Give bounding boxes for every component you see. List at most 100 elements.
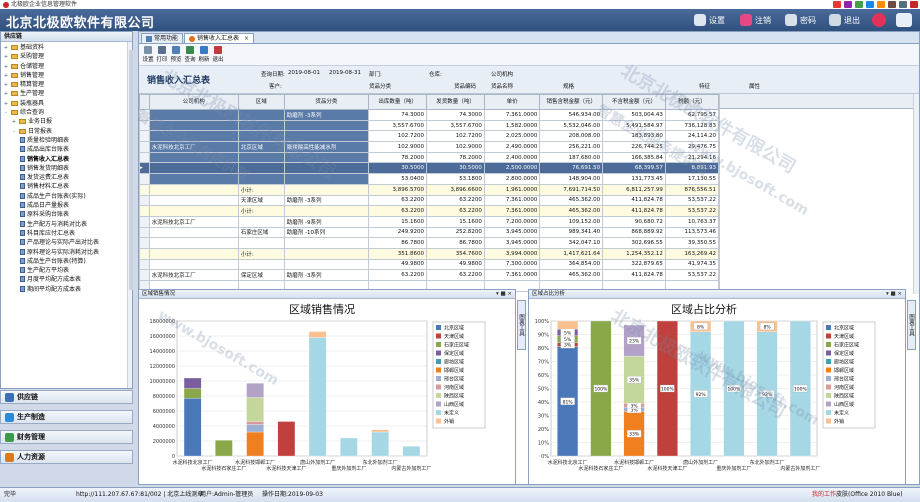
table-cell[interactable]: 41,974.35 [664, 258, 720, 271]
table-cell[interactable]: 102.9000 [368, 141, 428, 153]
table-row[interactable]: 102.7200 102.7200 2,025.0000 208,008.00 183,… [139, 130, 720, 143]
logout-button[interactable]: 注销 [740, 13, 771, 27]
nav-item[interactable]: + 销售管理 [1, 71, 132, 80]
table-row[interactable]: 天津区域 助磨剂 -3系列 63.2200 63.2200 7,361.0000 465,… [139, 194, 720, 207]
table-cell[interactable]: 74.3000 [426, 109, 485, 121]
table-cell[interactable]: 411,824.78 [602, 269, 666, 281]
table-cell[interactable]: 302,696.55 [602, 237, 666, 249]
table-cell[interactable]: 5,491,584.97 [602, 119, 666, 132]
row-header[interactable] [139, 205, 150, 217]
column-header[interactable]: 货品分类 [283, 94, 370, 110]
settings-button[interactable]: 设置 [694, 13, 725, 27]
table-cell[interactable]: 水泥科技北京工厂 [148, 215, 239, 228]
table-cell[interactable]: 53,537.22 [664, 194, 720, 207]
row-header[interactable] [139, 130, 150, 143]
table-cell[interactable]: 小计: [237, 183, 285, 196]
table-row[interactable]: ▸ 30.5000 30.5000 2,500.0000 76,691.50 68,399… [139, 162, 720, 175]
table-cell[interactable] [283, 205, 370, 217]
table-cell[interactable]: 63.2200 [426, 205, 485, 217]
table-cell[interactable] [148, 173, 239, 185]
table-cell[interactable] [148, 237, 239, 249]
exit-button[interactable]: 退出 [829, 13, 860, 27]
help-button[interactable] [872, 13, 886, 27]
table-cell[interactable] [148, 151, 239, 164]
table-row[interactable]: 3,557.6700 3,557.6700 1,582.0000 5,532,046.… [139, 119, 720, 132]
row-header[interactable] [139, 151, 150, 164]
close-tab-icon[interactable]: × [244, 34, 249, 43]
nav-item[interactable]: + 业务日报 [1, 117, 132, 126]
row-header[interactable] [139, 269, 150, 281]
table-row[interactable]: 水泥科技北京工厂 北京区域 聚羧酸高性能减水剂 102.9000 102.9000 2,4… [139, 141, 720, 153]
table-cell[interactable]: 8,891.93 [664, 162, 720, 175]
table-cell[interactable]: 助磨剂 -3系列 [283, 109, 370, 121]
table-cell[interactable]: 2,400.0000 [483, 151, 541, 164]
table-cell[interactable]: 736,128.83 [664, 119, 720, 132]
print-button[interactable]: 打印 [156, 44, 168, 65]
table-cell[interactable]: 7,300.0000 [483, 258, 541, 271]
table-cell[interactable]: 29,476.75 [664, 141, 720, 153]
nav-item[interactable]: 月度平均配方成本表 [1, 275, 132, 284]
table-cell[interactable]: 水泥科技北京工厂 [148, 141, 239, 153]
table-row[interactable]: 石家庄区域 助磨剂 -10系列 249.9200 252.8200 3,945.0000… [139, 226, 720, 239]
nav-item[interactable]: 销售发货明细表 [1, 164, 132, 173]
table-cell[interactable]: 86.7800 [368, 237, 428, 249]
table-cell[interactable] [148, 109, 239, 121]
module-hr[interactable]: 人力资源 [0, 450, 133, 464]
tray-icon[interactable] [855, 1, 863, 8]
row-header[interactable]: ▸ [139, 162, 150, 175]
table-cell[interactable]: 868,889.92 [602, 226, 666, 239]
column-header[interactable]: 发货数量（吨） [426, 94, 485, 110]
table-cell[interactable] [148, 258, 239, 271]
table-cell[interactable] [237, 258, 285, 271]
table-cell[interactable]: 天津区域 [237, 194, 285, 207]
table-cell[interactable]: 62,795.57 [664, 109, 720, 121]
table-cell[interactable]: 49.9800 [368, 258, 428, 271]
row-header[interactable] [139, 194, 150, 207]
row-header[interactable] [139, 119, 150, 132]
module-supply-chain[interactable]: 供应链 [0, 390, 133, 404]
table-cell[interactable]: 53,537.22 [664, 269, 720, 281]
nav-item[interactable]: 原料理论与实际消耗对比表 [1, 248, 132, 257]
table-cell[interactable]: 7,691,714.50 [539, 183, 604, 196]
nav-item[interactable]: + 精算管理 [1, 80, 132, 89]
table-cell[interactable]: 39,350.55 [664, 237, 720, 249]
table-cell[interactable]: 546,934.00 [539, 109, 604, 121]
nav-item[interactable]: 生产配方平均表 [1, 266, 132, 275]
refresh-button[interactable]: 刷新 [198, 44, 210, 65]
table-cell[interactable]: 90,680.72 [602, 215, 666, 228]
table-cell[interactable]: 78.2000 [426, 151, 485, 164]
nav-item[interactable]: 销售材料汇总表 [1, 182, 132, 191]
chart-tools-tab-right[interactable]: 图表工具 [907, 300, 916, 350]
table-cell[interactable]: 249.9200 [368, 226, 428, 239]
table-cell[interactable]: 113,573.46 [664, 226, 720, 239]
table-cell[interactable] [283, 258, 370, 271]
nav-item[interactable]: 产品理论与实际产出对比表 [1, 238, 132, 247]
row-header[interactable] [139, 215, 150, 228]
table-cell[interactable]: 109,152.00 [539, 215, 604, 228]
table-cell[interactable] [237, 130, 285, 143]
table-cell[interactable]: 30.5000 [368, 162, 428, 175]
table-cell[interactable] [283, 119, 370, 132]
nav-item[interactable]: 成品日产量报表 [1, 201, 132, 210]
grid-scrollbar[interactable] [913, 94, 919, 294]
table-cell[interactable]: 256,221.00 [539, 141, 604, 153]
table-cell[interactable]: 53.0400 [368, 173, 428, 185]
table-cell[interactable]: 63.2200 [368, 194, 428, 207]
column-header[interactable]: 税额（元） [664, 94, 720, 110]
nav-item[interactable]: + 仓储管理 [1, 62, 132, 71]
table-cell[interactable]: 15.1600 [426, 215, 485, 228]
table-cell[interactable]: 7,361.0000 [483, 194, 541, 207]
table-cell[interactable]: 助磨剂 -3系列 [283, 194, 370, 207]
table-cell[interactable] [237, 215, 285, 228]
table-cell[interactable]: 2,800.0000 [483, 173, 541, 185]
nav-item[interactable]: 发货运费汇总表 [1, 173, 132, 182]
table-cell[interactable] [283, 247, 370, 260]
table-cell[interactable]: 989,341.40 [539, 226, 604, 239]
column-header[interactable]: 出库数量（吨） [368, 94, 428, 110]
nav-item[interactable]: 期间平均配方成本表 [1, 285, 132, 294]
table-cell[interactable]: 68,399.57 [602, 162, 666, 175]
table-row[interactable]: 小计: 351.8600 354.7600 3,994.0000 1,417,621.6… [139, 247, 720, 260]
table-cell[interactable]: 166,385.84 [602, 151, 666, 164]
sidebar-scrollbar[interactable] [127, 42, 133, 388]
table-cell[interactable]: 78.2000 [368, 151, 428, 164]
